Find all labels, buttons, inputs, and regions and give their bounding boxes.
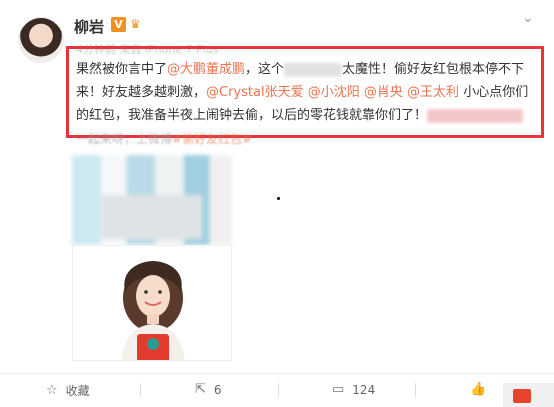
post-image[interactable] bbox=[72, 245, 232, 361]
username[interactable]: 柳岩 bbox=[74, 16, 104, 37]
highlight-box bbox=[66, 46, 544, 138]
blurred-image[interactable] bbox=[72, 155, 232, 245]
comment-icon: ▭ bbox=[332, 382, 345, 397]
divider bbox=[278, 383, 279, 397]
repost-button[interactable]: ⇱ 6 bbox=[195, 382, 222, 397]
star-icon: ☆ bbox=[46, 383, 58, 398]
corner-badge bbox=[503, 383, 554, 407]
post-text-extra: 一起来呀，上微博#偷好友红包# bbox=[76, 130, 252, 147]
collect-button[interactable]: ☆ 收藏 bbox=[46, 382, 90, 399]
divider bbox=[415, 383, 416, 397]
hashtag-link[interactable]: #偷好友红包# bbox=[172, 132, 252, 146]
verified-badge: V bbox=[111, 17, 126, 32]
dot-mark bbox=[277, 197, 280, 200]
like-button[interactable]: 👍 bbox=[470, 382, 486, 397]
vip-crown-icon: ♛ bbox=[130, 17, 141, 31]
divider bbox=[140, 383, 141, 397]
avatar[interactable] bbox=[18, 17, 64, 63]
repost-icon: ⇱ bbox=[195, 382, 206, 397]
thumbs-up-icon: 👍 bbox=[470, 382, 487, 397]
collect-label: 收藏 bbox=[65, 384, 90, 398]
action-bar: ☆ 收藏 ⇱ 6 ▭ 124 👍 bbox=[0, 373, 554, 407]
post-text-part: 一起来呀，上微博 bbox=[76, 132, 173, 146]
repost-count: 6 bbox=[213, 382, 222, 397]
weibo-logo-icon bbox=[513, 389, 531, 403]
comment-count: 124 bbox=[352, 382, 376, 397]
chevron-down-icon[interactable]: ⌄ bbox=[522, 10, 534, 26]
comment-button[interactable]: ▭ 124 bbox=[332, 382, 375, 397]
woman-photo bbox=[121, 261, 185, 360]
